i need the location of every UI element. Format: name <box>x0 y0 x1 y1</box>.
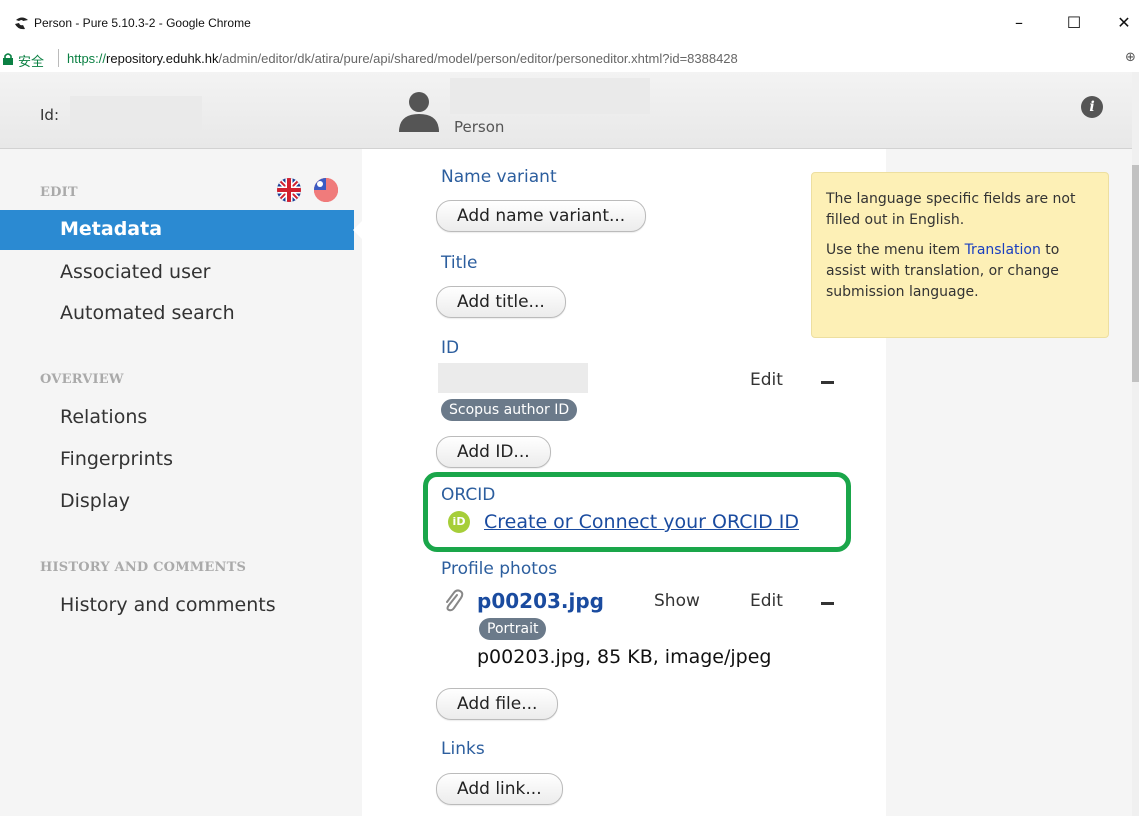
scopus-id-tag: Scopus author ID <box>441 399 578 421</box>
title-label: Title <box>441 253 478 273</box>
history-heading: HISTORY AND COMMENTS <box>40 560 247 575</box>
id-label: Id: <box>40 106 59 124</box>
sidebar-item-fingerprints[interactable]: Fingerprints <box>60 448 173 470</box>
paperclip-icon <box>446 589 464 612</box>
id-field-label: ID <box>441 338 460 358</box>
notice-line-1: The language specific fields are not fil… <box>826 191 1076 228</box>
sidebar-item-relations[interactable]: Relations <box>60 406 147 428</box>
url-text[interactable]: https://repository.eduhk.hk/admin/editor… <box>67 51 738 66</box>
sidebar: EDIT Metadata Associated user Automated … <box>0 149 363 816</box>
address-bar[interactable]: 安全 https://repository.eduhk.hk/admin/edi… <box>0 46 1139 73</box>
redacted-id-value <box>70 96 202 130</box>
photo-remove-icon[interactable] <box>821 602 834 605</box>
editor-header: Id: Person i <box>0 72 1139 149</box>
taiwan-flag-icon[interactable] <box>314 178 338 202</box>
edit-heading: EDIT <box>40 185 78 200</box>
profile-photos-label: Profile photos <box>441 559 558 579</box>
overview-heading: OVERVIEW <box>40 372 124 387</box>
window-title-bar: Person - Pure 5.10.3-2 - Google Chrome –… <box>0 0 1139 46</box>
sidebar-item-automated-search[interactable]: Automated search <box>60 302 235 324</box>
content-type-label: Person <box>454 118 505 136</box>
sidebar-item-metadata[interactable]: Metadata <box>0 210 363 250</box>
name-variant-label: Name variant <box>441 167 557 187</box>
links-label: Links <box>441 739 485 759</box>
person-icon <box>399 92 439 132</box>
photo-show-link[interactable]: Show <box>654 591 700 611</box>
language-notice: The language specific fields are not fil… <box>811 172 1109 338</box>
window-title: Person - Pure 5.10.3-2 - Google Chrome <box>34 16 251 30</box>
notice-line-2: Use the menu item Translation to assist … <box>826 242 1060 300</box>
sidebar-item-associated-user[interactable]: Associated user <box>60 261 210 283</box>
add-file-button[interactable]: Add file... <box>436 688 559 720</box>
add-id-button[interactable]: Add ID... <box>436 436 551 468</box>
minimize-button[interactable]: – <box>1005 9 1033 37</box>
portrait-tag: Portrait <box>479 618 547 640</box>
lock-icon <box>3 53 13 65</box>
add-link-button[interactable]: Add link... <box>436 773 563 805</box>
add-name-variant-button[interactable]: Add name variant... <box>436 200 647 232</box>
uk-flag-icon[interactable] <box>277 178 301 202</box>
orcid-highlight-box <box>423 472 851 552</box>
chrome-app-icon <box>15 17 28 30</box>
photo-edit-link[interactable]: Edit <box>750 591 783 611</box>
info-icon[interactable]: i <box>1081 96 1103 118</box>
sidebar-item-label: Metadata <box>60 218 163 240</box>
sidebar-item-history[interactable]: History and comments <box>60 594 276 616</box>
redacted-person-name <box>450 78 650 114</box>
id-edit-link[interactable]: Edit <box>750 370 783 390</box>
maximize-button[interactable]: ☐ <box>1060 9 1088 37</box>
secure-label: 安全 <box>18 54 45 69</box>
zoom-icon[interactable]: ⊕ <box>1125 50 1136 65</box>
sidebar-item-display[interactable]: Display <box>60 490 130 512</box>
close-button[interactable]: ✕ <box>1110 9 1138 37</box>
photo-file-link[interactable]: p00203.jpg <box>477 589 604 613</box>
translation-link[interactable]: Translation <box>965 242 1041 258</box>
id-remove-icon[interactable] <box>821 381 834 384</box>
add-title-button[interactable]: Add title... <box>436 286 566 318</box>
scrollbar-thumb[interactable] <box>1132 165 1139 382</box>
redacted-id-field <box>438 363 588 393</box>
photo-file-meta: p00203.jpg, 85 KB, image/jpeg <box>477 646 772 668</box>
url-separator <box>58 49 59 67</box>
